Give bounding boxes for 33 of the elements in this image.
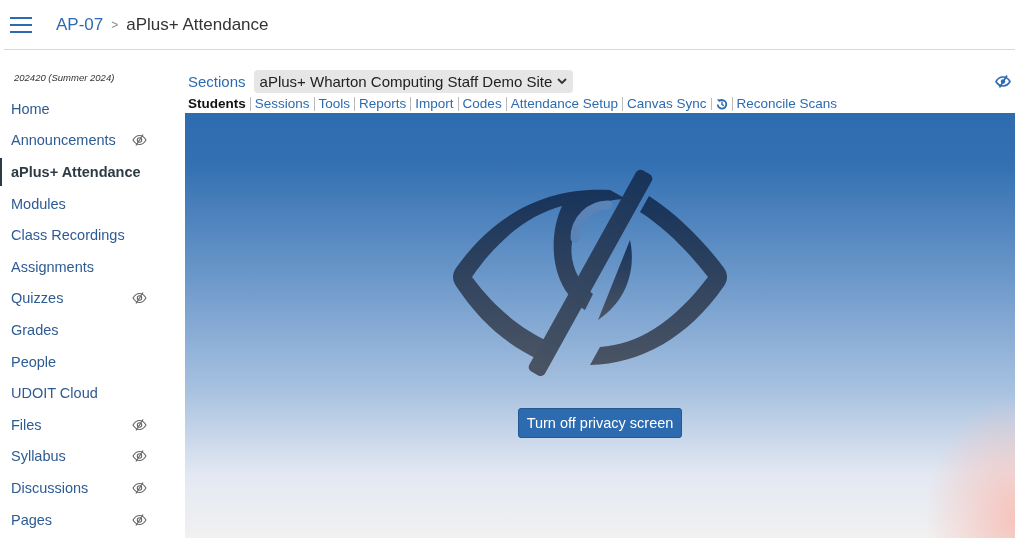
turn-off-privacy-button[interactable]: Turn off privacy screen	[517, 408, 683, 438]
tab[interactable]: Reconcile Scans	[731, 97, 842, 111]
sections-label: Sections	[188, 73, 246, 90]
tab[interactable]: Canvas Sync	[622, 97, 711, 111]
nav-link[interactable]: Class Recordings	[0, 221, 125, 250]
tab[interactable]: Attendance Setup	[505, 97, 622, 111]
breadcrumb-separator: >	[111, 17, 119, 32]
tab[interactable]: Students	[188, 97, 250, 111]
term-label: 202420 (Summer 2024)	[13, 72, 116, 83]
nav-link[interactable]: People	[0, 347, 57, 376]
nav-link[interactable]: Files	[0, 410, 42, 439]
nav-link[interactable]: Modules	[0, 189, 66, 218]
eye-slash-icon[interactable]	[995, 75, 1011, 88]
nav-link[interactable]: Announcements	[0, 126, 116, 155]
nav-link[interactable]: Grades	[0, 315, 59, 344]
tab[interactable]: Import	[410, 97, 458, 111]
nav-link[interactable]: Assignments	[0, 252, 94, 281]
nav-link[interactable]: Discussions	[0, 473, 89, 502]
page-title: aPlus+ Attendance	[126, 14, 269, 35]
sections-dropdown[interactable]: aPlus+ Wharton Computing Staff Demo Site	[253, 70, 574, 93]
nav-link[interactable]: Quizzes	[0, 284, 64, 313]
caret-icon	[557, 78, 568, 85]
tab[interactable]: Sessions	[249, 97, 314, 111]
nav-link[interactable]: Pages	[0, 505, 53, 534]
nav-link[interactable]: UDOIT Cloud	[0, 379, 98, 408]
nav-link[interactable]: Syllabus	[0, 442, 66, 471]
breadcrumb-link[interactable]: AP-07	[56, 14, 104, 35]
tab[interactable]: Tools	[313, 97, 355, 111]
tab[interactable]: Reports	[354, 97, 411, 111]
nav-link[interactable]: aPlus+ Attendance	[0, 158, 141, 186]
menu-icon[interactable]	[10, 16, 32, 33]
tab[interactable]: Codes	[457, 97, 506, 111]
nav-link[interactable]: Home	[0, 94, 50, 123]
